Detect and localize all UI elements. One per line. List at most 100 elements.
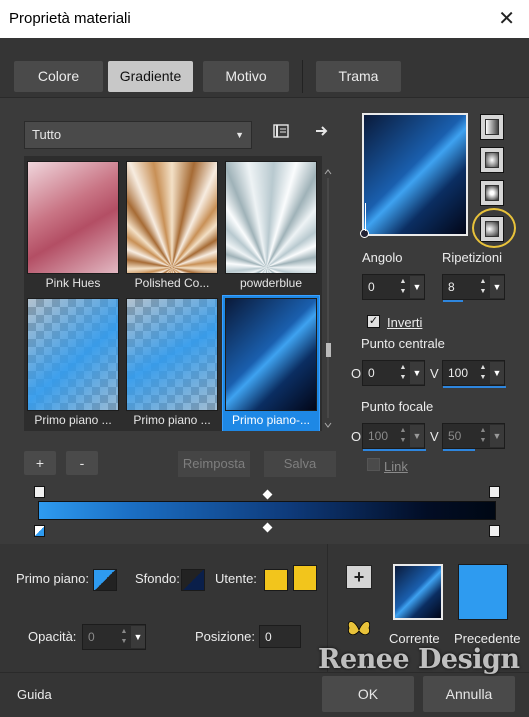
spin-arrows-icon[interactable]: ▲ ▼ (476, 426, 490, 446)
color-stop-end[interactable] (489, 525, 500, 537)
arrow-right-icon[interactable] (314, 124, 330, 138)
highlight-circle (472, 208, 516, 248)
chevron-down-icon[interactable]: ▼ (410, 425, 424, 447)
user-color-swatch-large[interactable] (293, 565, 317, 591)
gradient-thumb-label: Primo piano ... (133, 413, 211, 427)
tab-trama[interactable]: Trama (316, 61, 401, 92)
gradient-thumb-polished-copper[interactable]: Polished Co... (124, 159, 218, 290)
value-indicator (443, 300, 463, 302)
repetitions-spinbox[interactable]: 8 ▲ ▼ ▼ (442, 274, 505, 302)
chevron-down-icon[interactable]: ▼ (490, 425, 504, 447)
center-v-value: 100 (448, 366, 469, 380)
focal-o-value: 100 (368, 429, 389, 443)
gallery-scrollbar[interactable] (323, 168, 333, 430)
center-v-spinbox[interactable]: 100 ▲ ▼ ▼ (442, 360, 506, 388)
position-value: 0 (265, 630, 272, 644)
top-left-stop-handle[interactable] (34, 486, 45, 498)
focal-v-spinbox[interactable]: 50 ▲ ▼ ▼ (442, 423, 505, 451)
save-button[interactable]: Salva (264, 451, 336, 477)
spin-arrows-icon[interactable]: ▲ ▼ (396, 363, 410, 383)
close-icon[interactable]: ✕ (498, 6, 515, 31)
ok-button[interactable]: OK (322, 676, 414, 712)
remove-gradient-button[interactable]: - (66, 451, 98, 475)
rectangular-gradient-shape-icon[interactable] (480, 147, 504, 173)
chevron-down-icon[interactable]: ▼ (410, 276, 424, 298)
invert-label: Inverti (387, 315, 423, 330)
category-select-value: Tutto (32, 127, 62, 142)
radial-gradient-shape-icon[interactable] (480, 180, 504, 206)
position-field[interactable]: 0 (259, 625, 301, 648)
center-o-value: 0 (368, 366, 375, 380)
focal-o-spinbox[interactable]: 100 ▲ ▼ ▼ (362, 423, 426, 451)
gradient-thumb-label: Pink Hues (45, 276, 101, 290)
foreground-label: Primo piano: (16, 571, 89, 586)
gradient-thumb-label: Primo piano ... (34, 413, 112, 427)
window-title: Proprietà materiali (9, 10, 131, 27)
cancel-button[interactable]: Annulla (423, 676, 515, 712)
stop-settings-panel: Primo piano: Sfondo: Utente: Opacità: 0 … (0, 544, 327, 672)
add-to-swatches-icon[interactable]: + (346, 565, 372, 589)
spin-arrows-icon[interactable]: ▲ ▼ (396, 426, 410, 446)
reset-button[interactable]: Reimposta (178, 451, 250, 477)
gradient-preview (27, 161, 119, 274)
gradient-thumb-primo-piano-2[interactable]: Primo piano ... (124, 296, 218, 427)
gradient-preview-large[interactable] (360, 113, 468, 238)
color-stop-start[interactable] (34, 525, 45, 537)
invert-checkbox[interactable]: ✓ (367, 315, 380, 328)
gradient-thumb-label: Primo piano-... (231, 413, 311, 427)
linear-gradient-shape-icon[interactable] (480, 114, 504, 140)
add-gradient-button[interactable]: + (24, 451, 56, 475)
tab-gradiente[interactable]: Gradiente (108, 61, 193, 92)
spin-arrows-icon[interactable]: ▲ ▼ (476, 277, 490, 297)
background-swatch[interactable] (181, 569, 205, 591)
top-midpoint-handle[interactable] (262, 489, 273, 500)
repetitions-label: Ripetizioni (442, 250, 502, 265)
position-label: Posizione: (195, 629, 255, 644)
top-right-stop-handle[interactable] (489, 486, 500, 498)
center-o-label: O (351, 366, 362, 381)
color-midpoint-handle[interactable] (262, 522, 273, 533)
chevron-down-icon[interactable]: ▼ (490, 362, 504, 384)
user-label: Utente: (215, 571, 257, 586)
gradient-gallery: Pink Hues Polished Co... powderblue Prim… (24, 156, 322, 431)
opacity-label: Opacità: (28, 629, 77, 644)
background-label: Sfondo: (135, 571, 180, 586)
repetitions-value: 8 (448, 280, 455, 294)
foreground-swatch[interactable] (93, 569, 117, 591)
link-checkbox[interactable] (367, 458, 380, 471)
gradient-thumb-powderblue[interactable]: powderblue (223, 159, 317, 290)
gradient-thumb-primo-piano-1[interactable]: Primo piano ... (25, 296, 119, 427)
gradient-editor-bar[interactable] (38, 501, 496, 520)
butterfly-icon (346, 618, 372, 645)
previous-swatch[interactable] (458, 564, 508, 620)
opacity-spinbox[interactable]: 0 ▲ ▼ ▼ (82, 624, 146, 650)
spin-arrows-icon[interactable]: ▲ ▼ (396, 277, 410, 297)
focal-v-value: 50 (448, 429, 462, 443)
spin-arrows-icon[interactable]: ▲ ▼ (117, 627, 131, 647)
library-icon[interactable] (273, 124, 289, 138)
link-label: Link (384, 459, 408, 474)
dialog-footer: Guida OK Annulla (0, 672, 529, 717)
gradient-preview (225, 298, 317, 411)
center-point-label: Punto centrale (361, 336, 445, 351)
chevron-down-icon[interactable]: ▼ (131, 626, 145, 648)
gradient-thumb-label: Polished Co... (134, 276, 210, 290)
gradient-preview (225, 161, 317, 274)
help-link[interactable]: Guida (17, 687, 52, 702)
tab-colore[interactable]: Colore (14, 61, 103, 92)
watermark-logo: Renee Design (318, 644, 520, 675)
gradient-thumb-primo-piano-3[interactable]: Primo piano-... (222, 295, 320, 431)
chevron-down-icon[interactable]: ▼ (490, 276, 504, 298)
angle-spinbox[interactable]: 0 ▲ ▼ ▼ (362, 274, 425, 300)
angle-value: 0 (368, 280, 375, 294)
chevron-down-icon[interactable]: ▼ (410, 362, 424, 384)
spin-arrows-icon[interactable]: ▲ ▼ (476, 363, 490, 383)
tab-divider (302, 60, 303, 93)
center-o-spinbox[interactable]: 0 ▲ ▼ ▼ (362, 360, 425, 386)
angle-label: Angolo (362, 250, 403, 265)
gradient-thumb-pink-hues[interactable]: Pink Hues (25, 159, 119, 290)
category-select[interactable]: Tutto ▼ (24, 121, 252, 149)
user-color-swatch[interactable] (264, 569, 288, 591)
chevron-down-icon: ▼ (235, 130, 244, 140)
tab-motivo[interactable]: Motivo (203, 61, 289, 92)
